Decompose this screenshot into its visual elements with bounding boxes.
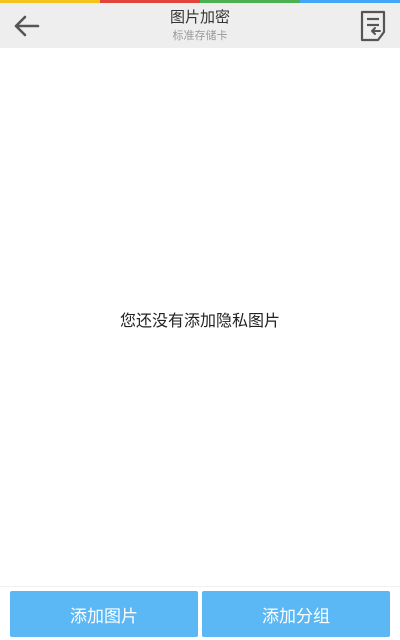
add-group-button[interactable]: 添加分组 xyxy=(202,591,390,637)
arrow-left-icon xyxy=(14,15,40,37)
document-return-icon xyxy=(360,10,386,42)
bottom-action-bar: 添加图片 添加分组 xyxy=(0,586,400,640)
menu-button[interactable] xyxy=(356,8,390,44)
add-image-button[interactable]: 添加图片 xyxy=(10,591,198,637)
page-title: 图片加密 xyxy=(169,8,230,26)
storage-subtitle: 标准存储卡 xyxy=(172,29,228,42)
empty-state-message: 您还没有添加隐私图片 xyxy=(119,311,280,330)
top-bar: 图片加密 标准存储卡 xyxy=(0,3,400,48)
header-titles: 图片加密 标准存储卡 xyxy=(100,7,300,44)
back-button[interactable] xyxy=(6,7,46,45)
